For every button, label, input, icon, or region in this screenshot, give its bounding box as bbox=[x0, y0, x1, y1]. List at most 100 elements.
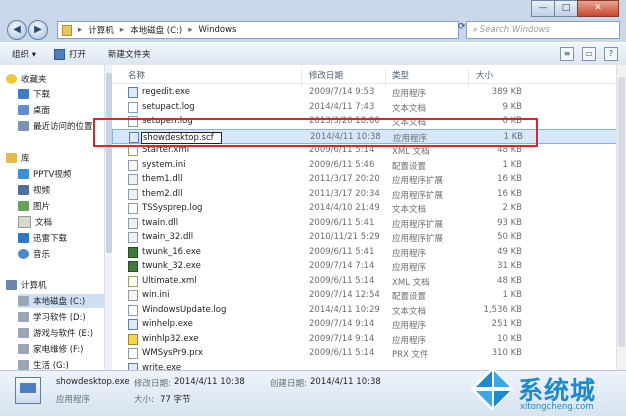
close-button[interactable]: ✕ bbox=[577, 0, 619, 17]
file-name: winhelp.exe bbox=[142, 319, 193, 329]
nav-music[interactable]: 音乐 bbox=[18, 247, 50, 261]
file-size: 16 KB bbox=[497, 174, 522, 184]
file-size: 93 KB bbox=[497, 217, 522, 228]
file-row[interactable]: Ultimate.xml 2009/6/11 5:14 XML 文档 48 KB bbox=[112, 274, 626, 289]
file-help-icon bbox=[128, 333, 138, 345]
column-size[interactable]: 大小 bbox=[476, 69, 493, 81]
file-type: 文本文档 bbox=[392, 103, 427, 114]
file-size: 1,536 KB bbox=[483, 304, 522, 315]
nav-drive-e[interactable]: 游戏与软件 (E:) bbox=[18, 326, 93, 340]
file-row[interactable]: system.ini 2009/6/11 5:46 配置设置 1 KB bbox=[112, 158, 626, 173]
details-filename: showdesktop.exe bbox=[56, 377, 130, 387]
file-date: 2009/7/14 9:14 bbox=[309, 333, 375, 344]
file-name: win.ini bbox=[142, 290, 170, 300]
file-log-icon bbox=[128, 348, 138, 359]
organize-button[interactable]: 组织 ▾ bbox=[12, 48, 36, 60]
nav-drive-g[interactable]: 生活 (G:) bbox=[18, 358, 69, 370]
file-list-scroll-thumb[interactable] bbox=[618, 77, 625, 347]
file-exe-icon bbox=[128, 87, 138, 98]
nav-drive-d[interactable]: 学习软件 (D:) bbox=[18, 310, 86, 324]
file-ini-icon bbox=[128, 159, 138, 171]
back-arrow-icon: ◀ bbox=[13, 24, 21, 35]
column-header: 名称 修改日期 类型 大小 bbox=[112, 65, 626, 87]
nav-pictures[interactable]: 图片 bbox=[18, 199, 50, 213]
help-icon[interactable]: ? bbox=[604, 47, 618, 61]
file-type: 配置设置 bbox=[392, 292, 427, 302]
program-icon bbox=[15, 377, 41, 404]
drive-icon bbox=[18, 344, 29, 354]
column-name[interactable]: 名称 bbox=[128, 69, 145, 81]
back-button[interactable]: ◀ bbox=[7, 20, 27, 40]
file-date: 2009/7/14 9:53 bbox=[309, 87, 375, 97]
file-row[interactable]: win.ini 2009/7/14 12:54 配置设置 1 KB bbox=[112, 288, 626, 303]
nav-drive-c[interactable]: 本地磁盘 (C:) bbox=[18, 294, 104, 308]
file-row[interactable]: them1.dll 2011/3/17 20:20 应用程序扩展 16 KB bbox=[112, 172, 626, 187]
nav-videos[interactable]: 视频 bbox=[18, 183, 50, 197]
title-bar: — □ ✕ ◀ ▶ ▸ 计算机 ▸ 本地磁盘 (C:) ▸ Windows ⟳ … bbox=[0, 0, 626, 40]
open-button[interactable]: 打开 bbox=[53, 48, 86, 60]
nav-favorites[interactable]: 收藏夹 bbox=[6, 72, 47, 86]
file-date: 2009/6/11 5:41 bbox=[309, 217, 375, 228]
search-icon: ⌕ bbox=[473, 25, 478, 35]
file-row[interactable]: winhelp.exe 2009/7/14 9:14 应用程序 251 KB bbox=[112, 317, 626, 332]
drive-icon bbox=[18, 360, 29, 370]
nav-computer[interactable]: 计算机 bbox=[6, 278, 47, 292]
refresh-icon[interactable]: ⟳ bbox=[458, 22, 466, 32]
file-green-icon bbox=[128, 246, 138, 258]
file-name: Ultimate.xml bbox=[142, 275, 197, 286]
preview-pane-icon[interactable]: ▭ bbox=[582, 47, 596, 61]
file-row[interactable]: twain_32.dll 2010/11/21 5:29 应用程序扩展 50 KB bbox=[112, 230, 626, 245]
file-list-scrollbar[interactable] bbox=[616, 65, 626, 370]
logo-icon bbox=[470, 367, 514, 411]
view-options-icon[interactable]: ≡ bbox=[560, 47, 574, 61]
file-row[interactable]: twunk_32.exe 2009/7/14 7:14 应用程序 31 KB bbox=[112, 259, 626, 274]
column-type[interactable]: 类型 bbox=[392, 69, 409, 81]
file-row[interactable]: winhlp32.exe 2009/7/14 9:14 应用程序 10 KB bbox=[112, 332, 626, 347]
library-icon bbox=[6, 153, 17, 163]
nav-pptv-videos[interactable]: PPTV视频 bbox=[18, 167, 71, 181]
file-type: 文本文档 bbox=[392, 205, 427, 215]
file-date: 2014/4/11 10:29 bbox=[309, 304, 380, 315]
file-row[interactable]: regedit.exe 2009/7/14 9:53 应用程序 389 KB bbox=[112, 85, 626, 100]
file-date: 2009/7/14 7:14 bbox=[309, 261, 375, 271]
nav-desktop[interactable]: 桌面 bbox=[18, 103, 50, 117]
minimize-button[interactable]: — bbox=[531, 0, 555, 17]
details-created-value: 2014/4/11 10:38 bbox=[310, 377, 381, 387]
nav-recent-places[interactable]: 最近访问的位置 bbox=[18, 119, 93, 133]
nav-libraries[interactable]: 库 bbox=[6, 151, 30, 165]
address-bar[interactable]: ▸ 计算机 ▸ 本地磁盘 (C:) ▸ Windows bbox=[57, 21, 459, 39]
details-size-value: 77 字节 bbox=[160, 395, 191, 405]
nav-thunder-downloads[interactable]: 迅雷下载 bbox=[18, 231, 67, 245]
chevron-right-icon: ▸ bbox=[78, 25, 83, 35]
file-row[interactable]: WindowsUpdate.log 2014/4/11 10:29 文本文档 1,53… bbox=[112, 303, 626, 318]
file-row[interactable]: TSSysprep.log 2014/4/10 21:49 文本文档 2 KB bbox=[112, 201, 626, 216]
file-size: 50 KB bbox=[497, 232, 522, 242]
breadcrumb-computer[interactable]: 计算机 bbox=[88, 24, 114, 36]
file-list: 名称 修改日期 类型 大小 regedit.exe 2009/7/14 9:53 应… bbox=[112, 65, 626, 370]
breadcrumb-drive-c[interactable]: 本地磁盘 (C:) bbox=[130, 24, 182, 36]
maximize-button[interactable]: □ bbox=[554, 0, 578, 17]
new-folder-button[interactable]: 新建文件夹 bbox=[108, 48, 151, 60]
file-name: system.ini bbox=[142, 159, 186, 170]
breadcrumb-windows[interactable]: Windows bbox=[199, 25, 237, 35]
file-size: 310 KB bbox=[491, 348, 522, 358]
file-size: 16 KB bbox=[497, 188, 522, 199]
file-row[interactable]: WMSysPr9.prx 2009/6/11 5:14 PRX 文件 310 KB bbox=[112, 346, 626, 361]
file-log-icon bbox=[128, 101, 138, 113]
forward-button[interactable]: ▶ bbox=[28, 20, 48, 40]
file-row[interactable]: twain.dll 2009/6/11 5:41 应用程序扩展 93 KB bbox=[112, 216, 626, 231]
details-created-label: 创建日期: bbox=[270, 379, 307, 389]
file-date: 2011/3/17 20:20 bbox=[309, 174, 380, 184]
file-name: write.exe bbox=[142, 362, 182, 371]
file-type: 应用程序 bbox=[392, 321, 427, 331]
nav-documents[interactable]: 文档 bbox=[18, 215, 52, 229]
search-input[interactable]: ⌕ Search Windows bbox=[466, 21, 620, 39]
file-name: them2.dll bbox=[142, 188, 183, 199]
file-row[interactable]: setupact.log 2014/4/11 7:43 文本文档 9 KB bbox=[112, 100, 626, 115]
chevron-right-icon: ▸ bbox=[188, 25, 193, 35]
nav-drive-f[interactable]: 家电维修 (F:) bbox=[18, 342, 83, 356]
file-row[interactable]: them2.dll 2011/3/17 20:34 应用程序扩展 16 KB bbox=[112, 187, 626, 202]
column-date[interactable]: 修改日期 bbox=[309, 69, 343, 81]
nav-downloads[interactable]: 下载 bbox=[18, 87, 50, 101]
file-row[interactable]: twunk_16.exe 2009/6/11 5:41 应用程序 49 KB bbox=[112, 245, 626, 260]
